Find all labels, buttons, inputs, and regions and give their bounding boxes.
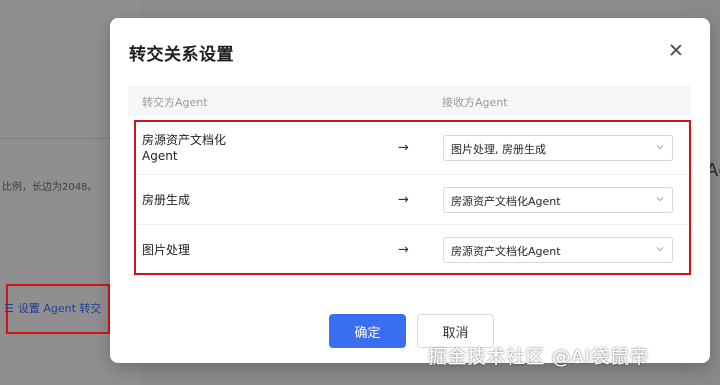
dialog-body: 房源资产文档化Agent → 图片处理, 房册生成 房册生成 → 房源资产文档化…: [110, 18, 710, 363]
background-description-text: 比例，长边为2048。: [2, 182, 98, 193]
background-divider: [0, 138, 110, 139]
highlight-box: [134, 120, 691, 275]
watermark: 掘金技术社区 @AI袋鼠帝: [428, 346, 650, 368]
set-agent-handoff-label: 设置 Agent 转交: [17, 302, 102, 315]
set-agent-handoff-link[interactable]: ☰ 设置 Agent 转交: [4, 300, 101, 316]
list-indent-icon: ☰: [4, 301, 14, 315]
confirm-button[interactable]: 确定: [329, 314, 406, 348]
